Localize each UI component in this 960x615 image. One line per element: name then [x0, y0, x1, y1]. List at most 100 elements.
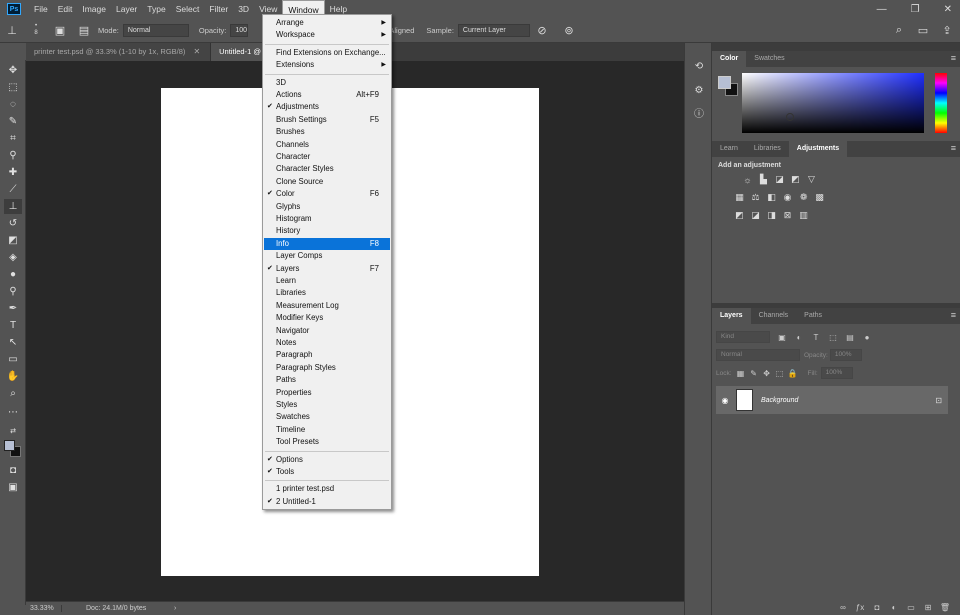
curves-icon[interactable]: ◪	[774, 174, 785, 185]
tab-adjustments[interactable]: Adjustments	[788, 141, 848, 157]
menu-item-channels[interactable]: Channels	[264, 139, 390, 151]
invert-icon[interactable]: ◩	[734, 210, 745, 221]
pressure-icon[interactable]: ⊚	[562, 23, 576, 37]
dodge-tool-icon[interactable]: ⚲	[4, 284, 22, 299]
clone-source-icon[interactable]: ▤	[77, 23, 91, 37]
tab-color[interactable]: Color	[712, 51, 747, 67]
pen-tool-icon[interactable]: ✒	[4, 301, 22, 316]
hue-saturation-icon[interactable]: ▦	[734, 192, 745, 203]
swap-colors-icon[interactable]: ⇄	[4, 423, 22, 438]
menu-item-swatches[interactable]: Swatches	[264, 411, 390, 423]
menu-item-navigator[interactable]: Navigator	[264, 325, 390, 337]
panel-menu-icon[interactable]: ≡	[951, 311, 956, 320]
mode-select[interactable]: Normal	[122, 23, 189, 37]
foreground-color-swatch[interactable]	[718, 76, 731, 89]
color-balance-icon[interactable]: ⚖	[750, 192, 761, 203]
menu-item-measurement-log[interactable]: Measurement Log	[264, 300, 390, 312]
color-lookup-icon[interactable]: ▩	[814, 192, 825, 203]
history-brush-tool-icon[interactable]: ↺	[4, 216, 22, 231]
properties-panel-icon[interactable]: ⚙	[692, 83, 706, 97]
visibility-eye-icon[interactable]: ◉	[718, 396, 732, 405]
gradient-map-icon[interactable]: ▥	[798, 210, 809, 221]
menu-item-notes[interactable]: Notes	[264, 337, 390, 349]
menu-item-tools[interactable]: ✔ Tools	[264, 466, 390, 478]
new-layer-icon[interactable]: ⊞	[923, 602, 933, 612]
menu-item-glyphs[interactable]: Glyphs	[264, 201, 390, 213]
menu-item-brushes[interactable]: Brushes	[264, 126, 390, 138]
close-icon[interactable]: ✕	[944, 4, 952, 15]
tab-printer-test[interactable]: printer test.psd @ 33.3% (1-10 by 1x, RG…	[26, 43, 212, 61]
menu-item-brush-settings[interactable]: Brush Settings F5	[264, 114, 390, 126]
marquee-tool-icon[interactable]: ⬚	[4, 80, 22, 95]
eyedropper-tool-icon[interactable]: ⚲	[4, 148, 22, 163]
tab-swatches[interactable]: Swatches	[746, 51, 792, 67]
healing-brush-tool-icon[interactable]: ✚	[4, 165, 22, 180]
menu-item-libraries[interactable]: Libraries	[264, 287, 390, 299]
color-field[interactable]	[742, 73, 924, 133]
menu-select[interactable]: Select	[171, 0, 205, 18]
menu-file[interactable]: File	[29, 0, 53, 18]
menu-item-learn[interactable]: Learn	[264, 275, 390, 287]
crop-tool-icon[interactable]: ⌗	[4, 131, 22, 146]
menu-item-modifier-keys[interactable]: Modifier Keys	[264, 312, 390, 324]
black-white-icon[interactable]: ◧	[766, 192, 777, 203]
layer-mask-icon[interactable]: ◘	[872, 602, 882, 612]
lasso-tool-icon[interactable]: ◌	[4, 97, 22, 112]
photo-filter-icon[interactable]: ◉	[782, 192, 793, 203]
smart-object-filter-icon[interactable]: ▤	[845, 332, 855, 342]
color-picker-ring[interactable]	[786, 113, 794, 121]
minimize-icon[interactable]: —	[877, 4, 887, 15]
tab-libraries[interactable]: Libraries	[746, 141, 789, 157]
brush-size-picker[interactable]: • 8	[29, 23, 43, 37]
posterize-icon[interactable]: ◪	[750, 210, 761, 221]
history-panel-icon[interactable]: ⟲	[692, 59, 706, 73]
menu-3d[interactable]: 3D	[233, 0, 254, 18]
panel-menu-icon[interactable]: ≡	[951, 144, 956, 153]
layer-row-background[interactable]: ◉ Background ⊡	[716, 386, 948, 414]
levels-icon[interactable]: ▙	[758, 174, 769, 185]
sample-select[interactable]: Current Layer	[457, 23, 530, 37]
workspace-icon[interactable]: ▭	[916, 23, 930, 37]
lock-image-icon[interactable]: ✎	[749, 368, 759, 378]
selective-color-icon[interactable]: ⊠	[782, 210, 793, 221]
adjustment-filter-icon[interactable]: ◐	[794, 332, 804, 342]
menu-item-clone-source[interactable]: Clone Source	[264, 176, 390, 188]
channel-mixer-icon[interactable]: ❁	[798, 192, 809, 203]
screen-mode-icon[interactable]: ▣	[4, 480, 22, 495]
menu-item-paragraph-styles[interactable]: Paragraph Styles	[264, 362, 390, 374]
layer-kind-filter[interactable]: Kind	[716, 331, 770, 343]
move-tool-icon[interactable]: ✥	[4, 63, 22, 78]
brush-settings-icon[interactable]: ▣	[53, 23, 67, 37]
path-select-tool-icon[interactable]: ↖	[4, 335, 22, 350]
share-icon[interactable]: ⇪	[940, 23, 954, 37]
menu-item-workspace[interactable]: Workspace ▶	[264, 29, 390, 41]
quick-mask-icon[interactable]: ◘	[4, 463, 22, 478]
ignore-adjustment-layers-icon[interactable]: ⊘	[535, 23, 549, 37]
more-tools-icon[interactable]: ⋯	[4, 405, 22, 420]
shape-filter-icon[interactable]: ⬚	[828, 332, 838, 342]
menu-item-history[interactable]: History	[264, 225, 390, 237]
new-group-icon[interactable]: ▭	[906, 602, 916, 612]
lock-position-icon[interactable]: ✥	[762, 368, 772, 378]
lock-artboard-icon[interactable]: ⬚	[775, 368, 785, 378]
search-icon[interactable]: ⌕	[892, 23, 906, 37]
menu-item-paths[interactable]: Paths	[264, 374, 390, 386]
menu-item-adjustments[interactable]: ✔ Adjustments	[264, 101, 390, 113]
close-icon[interactable]: ✕	[193, 43, 200, 61]
threshold-icon[interactable]: ◨	[766, 210, 777, 221]
menu-edit[interactable]: Edit	[53, 0, 78, 18]
tab-paths[interactable]: Paths	[796, 308, 830, 324]
menu-item-tool-presets[interactable]: Tool Presets	[264, 436, 390, 448]
menu-item-find-extensions-on-exchange[interactable]: Find Extensions on Exchange...	[264, 47, 390, 59]
menu-item-paragraph[interactable]: Paragraph	[264, 349, 390, 361]
status-menu-arrow-icon[interactable]: ›	[174, 605, 176, 612]
layer-opacity-input[interactable]: 100%	[829, 349, 862, 361]
zoom-level[interactable]: 33.33%	[26, 605, 62, 612]
layer-style-icon[interactable]: ƒx	[855, 602, 865, 612]
tab-channels[interactable]: Channels	[751, 308, 797, 324]
menu-filter[interactable]: Filter	[204, 0, 233, 18]
menu-item-properties[interactable]: Properties	[264, 387, 390, 399]
menu-item-actions[interactable]: Actions Alt+F9	[264, 89, 390, 101]
clone-stamp-tool-icon[interactable]: ⊥	[4, 199, 22, 214]
zoom-tool-icon[interactable]: ⌕	[4, 386, 22, 401]
